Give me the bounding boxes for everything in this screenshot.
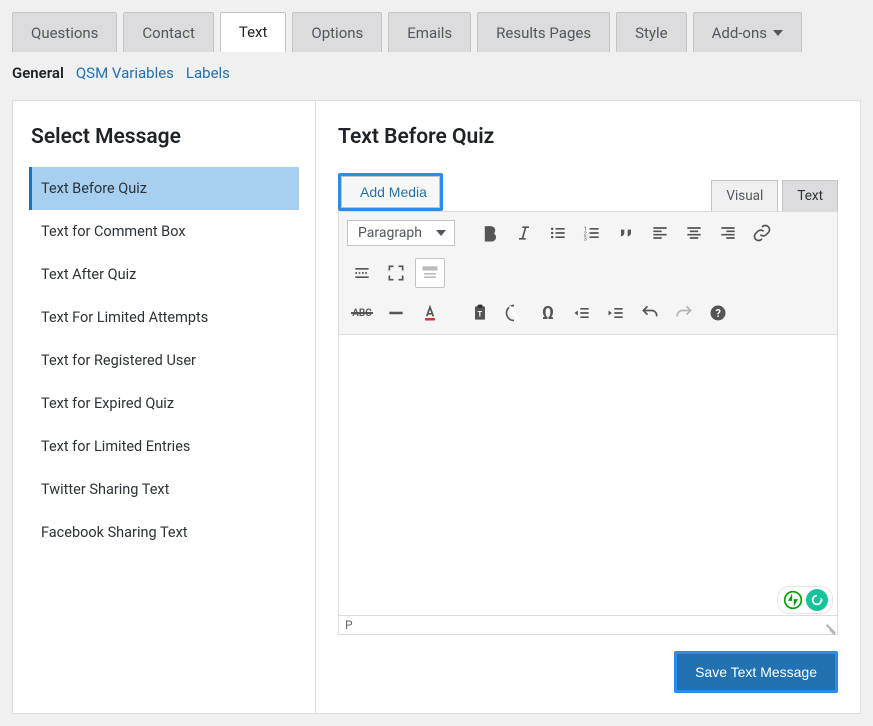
message-item-text-before-quiz[interactable]: Text Before Quiz bbox=[29, 167, 299, 210]
message-item-registered-user[interactable]: Text for Registered User bbox=[29, 339, 299, 382]
bulleted-list-icon[interactable] bbox=[543, 218, 573, 248]
message-item-twitter-sharing[interactable]: Twitter Sharing Text bbox=[29, 468, 299, 511]
indent-icon[interactable] bbox=[601, 298, 631, 328]
main-area: Text Before Quiz Add Media Vi bbox=[316, 101, 860, 713]
sidebar-title: Select Message bbox=[29, 125, 299, 149]
editor-content-area[interactable] bbox=[339, 335, 837, 615]
paste-text-icon[interactable]: T bbox=[465, 298, 495, 328]
svg-text:T: T bbox=[478, 309, 483, 318]
sidebar: Select Message Text Before Quiz Text for… bbox=[13, 101, 316, 713]
bold-icon[interactable] bbox=[475, 218, 505, 248]
message-list: Text Before Quiz Text for Comment Box Te… bbox=[29, 167, 299, 554]
sub-tabs: General QSM Variables Labels bbox=[0, 52, 873, 100]
save-button[interactable]: Save Text Message bbox=[677, 654, 835, 690]
toolbar-toggle-icon[interactable] bbox=[415, 258, 445, 288]
add-media-button[interactable]: Add Media bbox=[341, 176, 440, 208]
blockquote-icon[interactable] bbox=[611, 218, 641, 248]
message-item-limited-entries[interactable]: Text for Limited Entries bbox=[29, 425, 299, 468]
tab-addons[interactable]: Add-ons bbox=[693, 12, 802, 52]
text-color-icon[interactable] bbox=[415, 298, 445, 328]
message-item-facebook-sharing[interactable]: Facebook Sharing Text bbox=[29, 511, 299, 554]
align-right-icon[interactable] bbox=[713, 218, 743, 248]
svg-text:3: 3 bbox=[584, 237, 587, 243]
message-item-text-after-quiz[interactable]: Text After Quiz bbox=[29, 253, 299, 296]
chevron-down-icon bbox=[773, 30, 783, 36]
align-center-icon[interactable] bbox=[679, 218, 709, 248]
grammarly-icon[interactable] bbox=[806, 589, 828, 611]
tab-emails[interactable]: Emails bbox=[388, 12, 471, 52]
main-tabs: Questions Contact Text Options Emails Re… bbox=[0, 0, 873, 52]
add-media-label: Add Media bbox=[360, 184, 427, 200]
subtab-labels[interactable]: Labels bbox=[186, 64, 230, 82]
tab-addons-label: Add-ons bbox=[712, 24, 767, 42]
message-item-limited-attempts[interactable]: Text For Limited Attempts bbox=[29, 296, 299, 339]
message-item-expired-quiz[interactable]: Text for Expired Quiz bbox=[29, 382, 299, 425]
undo-icon[interactable] bbox=[635, 298, 665, 328]
wysiwyg-editor: Paragraph 123 ABC bbox=[338, 211, 838, 635]
italic-icon[interactable] bbox=[509, 218, 539, 248]
editor-path-bar: P bbox=[339, 615, 837, 634]
tab-contact[interactable]: Contact bbox=[123, 12, 213, 52]
editor-overlay-badges bbox=[777, 586, 833, 614]
jetpack-icon[interactable] bbox=[782, 589, 804, 611]
save-highlighted: Save Text Message bbox=[674, 651, 838, 693]
panel: Select Message Text Before Quiz Text for… bbox=[12, 100, 861, 714]
redo-icon[interactable] bbox=[669, 298, 699, 328]
horizontal-line-icon[interactable] bbox=[381, 298, 411, 328]
tab-text[interactable]: Text bbox=[220, 12, 287, 52]
tab-style[interactable]: Style bbox=[616, 12, 687, 52]
tab-options[interactable]: Options bbox=[292, 12, 382, 52]
outdent-icon[interactable] bbox=[567, 298, 597, 328]
editor-tab-visual[interactable]: Visual bbox=[711, 180, 778, 211]
tab-results-pages[interactable]: Results Pages bbox=[477, 12, 610, 52]
strikethrough-icon[interactable]: ABC bbox=[347, 298, 377, 328]
fullscreen-icon[interactable] bbox=[381, 258, 411, 288]
numbered-list-icon[interactable]: 123 bbox=[577, 218, 607, 248]
tab-questions[interactable]: Questions bbox=[12, 12, 117, 52]
subtab-qsm-variables[interactable]: QSM Variables bbox=[76, 64, 174, 82]
link-icon[interactable] bbox=[747, 218, 777, 248]
editor-tabs: Visual Text bbox=[711, 180, 838, 211]
resize-handle-icon[interactable] bbox=[823, 620, 835, 632]
clear-formatting-icon[interactable] bbox=[499, 298, 529, 328]
subtab-general[interactable]: General bbox=[12, 64, 64, 82]
align-left-icon[interactable] bbox=[645, 218, 675, 248]
message-item-comment-box[interactable]: Text for Comment Box bbox=[29, 210, 299, 253]
special-char-icon[interactable]: Ω bbox=[533, 298, 563, 328]
page-title: Text Before Quiz bbox=[338, 125, 838, 149]
help-icon[interactable]: ? bbox=[703, 298, 733, 328]
add-media-highlighted: Add Media bbox=[338, 173, 443, 211]
svg-text:?: ? bbox=[716, 307, 721, 320]
editor-tab-text[interactable]: Text bbox=[782, 180, 838, 211]
format-select[interactable]: Paragraph bbox=[347, 220, 455, 246]
editor-toolbar: Paragraph 123 ABC bbox=[339, 212, 837, 335]
editor-path-label: P bbox=[345, 618, 353, 632]
read-more-icon[interactable] bbox=[347, 258, 377, 288]
